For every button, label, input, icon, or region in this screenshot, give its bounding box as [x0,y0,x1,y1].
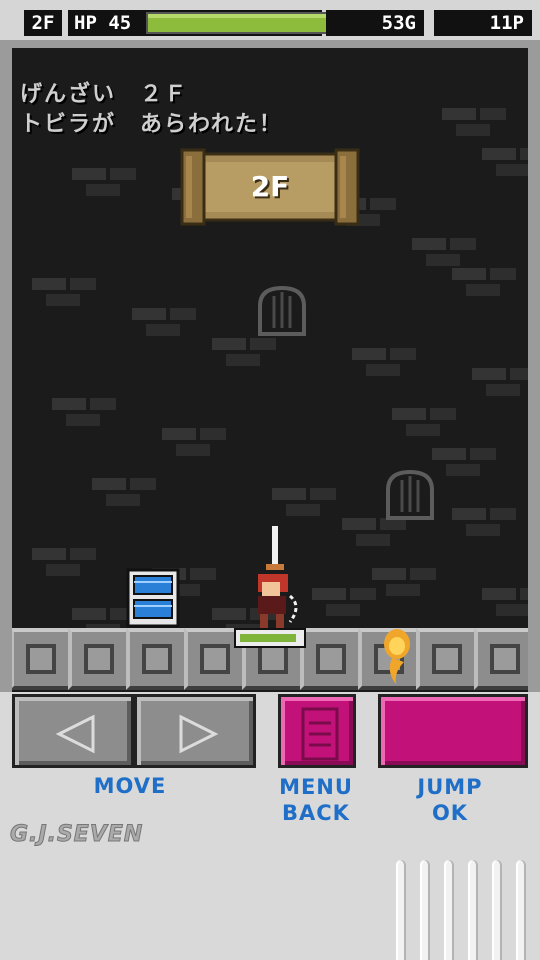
speaker-grille-slot [444,860,454,960]
status-bar: 2F HP 45 53G 11P [0,0,540,40]
move-right-button[interactable] [134,694,256,768]
hero-sprite [258,526,298,628]
floor-tile [416,628,478,690]
menu-lines-icon [301,707,339,761]
door-icon [258,285,306,336]
floor-banner-text: 2F [250,170,290,203]
jump-label: JUMP [417,775,483,799]
move-left-button[interactable] [12,694,134,768]
dungeon-view: げんざい ２Ｆ トビラが あらわれた！ 2F [12,48,528,692]
points-counter: 11P [434,10,532,36]
speaker-grille-slot [420,860,430,960]
speaker-grille-slot [492,860,502,960]
speaker-grille-slot [396,860,406,960]
hero-hp-fill [240,634,297,642]
arrow-left-icon [55,714,95,754]
menu-label: MENU [279,775,353,799]
speaker-grille-slot [468,860,478,960]
floor-tile [300,628,362,690]
floor-tile [474,628,528,690]
hero-hp-bar [234,628,306,648]
back-label: BACK [282,801,350,825]
floor-banner-scroll: 2F [180,148,360,230]
hp-panel: HP 45 [68,10,378,36]
menu-back-label: MENU BACK [256,774,376,826]
hp-label: HP 45 [74,12,132,34]
ok-label: OK [431,801,469,825]
speaker-grille-slot [516,860,526,960]
jump-ok-label: JUMP OK [390,774,510,826]
flame-spirit-icon [384,629,410,684]
floor-tile [126,628,188,690]
brand-logo: G.J.SEVEN [9,822,144,848]
menu-button[interactable] [278,694,356,768]
message-line-2: トビラが あらわれた！ [20,112,283,137]
arrow-right-icon [179,714,219,754]
gold-counter: 53G [326,10,424,36]
move-label: MOVE [93,774,167,798]
bookshelf-icon [126,568,180,628]
floor-indicator: 2F [24,10,62,36]
message-line-1: げんざい ２Ｆ [20,82,189,107]
door-icon [386,469,434,520]
floor-tile [12,628,72,690]
floor-tile [68,628,130,690]
game-screen-frame: げんざい ２Ｆ トビラが あらわれた！ 2F [0,40,540,692]
jump-button[interactable] [378,694,528,768]
